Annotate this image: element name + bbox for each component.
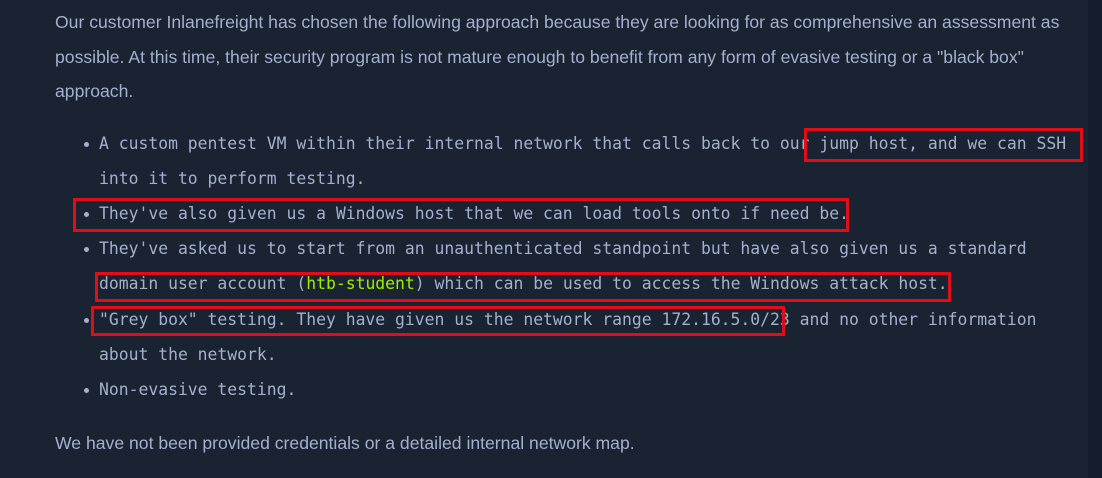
outro-line-1: We have not been provided credentials or…	[55, 433, 635, 453]
highlight-box-domain-account	[95, 272, 951, 302]
intro-paragraph: Our customer Inlanefreight has chosen th…	[55, 5, 1075, 109]
intro-line-3: approach.	[55, 81, 134, 101]
article-content: Our customer Inlanefreight has chosen th…	[0, 0, 1088, 478]
highlight-box-grey-box	[91, 306, 785, 336]
highlight-box-windows-host	[73, 198, 849, 232]
bullet-dot-icon	[84, 247, 89, 252]
right-panel-edge	[1088, 0, 1102, 478]
bullet-dot-icon	[84, 388, 89, 393]
highlight-box-jump-host	[804, 128, 1083, 162]
list-item-text: They've asked us to start from an unauth…	[99, 239, 1027, 258]
list-item-text: Non-evasive testing.	[99, 380, 297, 399]
outro-paragraph: We have not been provided credentials or…	[55, 426, 1075, 461]
list-item-text-continued: into it to perform testing.	[99, 169, 366, 188]
bullet-dot-icon	[84, 142, 89, 147]
list-item-text-continued: about the network.	[99, 345, 277, 364]
bullet-dot-icon	[84, 318, 89, 323]
intro-line-2: possible. At this time, their security p…	[55, 46, 1024, 67]
intro-line-1: Our customer Inlanefreight has chosen th…	[55, 12, 1060, 32]
